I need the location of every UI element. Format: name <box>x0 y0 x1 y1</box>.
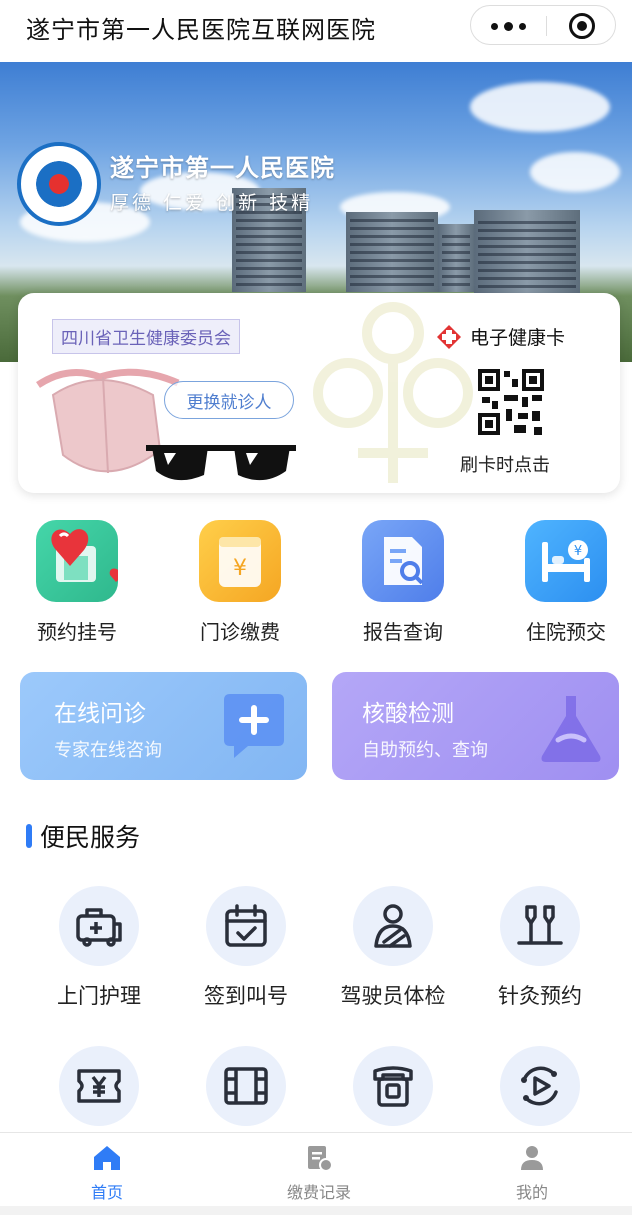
capsule-divider <box>546 16 547 36</box>
home-icon <box>47 1143 167 1173</box>
svg-text:¥: ¥ <box>574 544 582 559</box>
quick-functions: 预约挂号 ¥ 门诊缴费 报告查询 ¥ 住院预交 <box>0 516 632 646</box>
report-icon <box>362 520 444 602</box>
bottom-strip <box>0 1206 632 1215</box>
page-title: 遂宁市第一人民医院互联网医院 <box>26 16 376 44</box>
hospital-building <box>346 212 438 292</box>
tab-label: 缴费记录 <box>286 1183 351 1202</box>
quick-item-payment[interactable]: ¥ 门诊缴费 <box>180 516 300 645</box>
more-dot-icon <box>519 22 526 30</box>
film-icon <box>206 1046 286 1126</box>
hospital-logo <box>17 142 101 226</box>
online-consult-title: 在线问诊 <box>54 701 146 727</box>
service-label: 驾驶员体检 <box>340 984 446 1008</box>
online-consult-card[interactable]: 在线问诊 专家在线咨询 <box>20 672 307 780</box>
service-phone[interactable] <box>328 1046 458 1126</box>
tab-label: 首页 <box>90 1183 123 1202</box>
acupuncture-icon <box>500 886 580 966</box>
service-label: 上门护理 <box>57 984 141 1008</box>
service-check-in[interactable]: 签到叫号 <box>181 886 311 1010</box>
hospital-building <box>438 224 474 292</box>
switch-patient-button[interactable]: 更换就诊人 <box>164 381 294 419</box>
more-menu-button[interactable] <box>471 6 546 46</box>
banner-hospital-name: 遂宁市第一人民医院 <box>110 154 335 182</box>
driver-icon <box>353 886 433 966</box>
qr-code-icon[interactable] <box>478 369 544 435</box>
swipe-hint[interactable]: 刷卡时点击 <box>460 451 550 477</box>
tab-payment-records[interactable]: 缴费记录 <box>259 1143 379 1203</box>
service-driver-exam[interactable]: 驾驶员体检 <box>328 886 458 1010</box>
tab-home[interactable]: 首页 <box>47 1143 167 1203</box>
service-ticket[interactable] <box>34 1046 164 1126</box>
online-consult-subtitle: 专家在线咨询 <box>54 740 162 761</box>
electronic-health-card-title: 电子健康卡 <box>436 323 565 350</box>
cloud-shape <box>470 82 610 132</box>
video-play-icon <box>500 1046 580 1126</box>
hospital-building <box>474 210 580 294</box>
hospital-bed-icon: ¥ <box>525 520 607 602</box>
ticket-yen-icon <box>59 1046 139 1126</box>
mini-program-capsule <box>470 5 616 45</box>
more-dot-icon <box>504 21 513 31</box>
health-card-panel: 四川省卫生健康委员会 更换就诊人 电子健康卡 刷卡时点击 <box>18 293 620 493</box>
banner-motto: 厚德 仁爱 创新 技精 <box>110 192 314 214</box>
nucleic-acid-title: 核酸检测 <box>362 701 454 727</box>
red-cross-icon <box>437 324 461 349</box>
service-label: 针灸预约 <box>498 984 582 1008</box>
cloud-shape <box>530 152 620 192</box>
nucleic-acid-test-card[interactable]: 核酸检测 自助预约、查询 <box>332 672 619 780</box>
quick-label-hospital-deposit: 住院预交 <box>526 620 606 644</box>
ambulance-icon <box>59 886 139 966</box>
bill-icon <box>259 1143 379 1173</box>
section-title-text: 便民服务 <box>40 823 141 852</box>
tab-mine[interactable]: 我的 <box>472 1143 592 1203</box>
calendar-check-icon <box>206 886 286 966</box>
svg-text:¥: ¥ <box>233 556 247 581</box>
quick-label-payment: 门诊缴费 <box>200 620 280 644</box>
sunglasses-sticker <box>146 445 296 481</box>
quick-item-appointment[interactable]: 预约挂号 <box>17 516 137 645</box>
nucleic-acid-subtitle: 自助预约、查询 <box>362 740 488 761</box>
flask-icon <box>541 696 601 762</box>
authority-tag: 四川省卫生健康委员会 <box>52 319 240 354</box>
service-home-nursing[interactable]: 上门护理 <box>34 886 164 1010</box>
close-target-icon[interactable] <box>569 13 595 39</box>
appointment-icon <box>36 520 118 602</box>
quick-label-appointment: 预约挂号 <box>37 620 117 644</box>
health-card-label: 电子健康卡 <box>470 327 566 349</box>
navigation-bar: 遂宁市第一人民医院互联网医院 <box>0 0 632 54</box>
quick-label-report: 报告查询 <box>363 620 443 644</box>
section-title: 便民服务 <box>26 818 140 854</box>
phone-icon <box>353 1046 433 1126</box>
service-video[interactable] <box>475 1046 605 1126</box>
service-film[interactable] <box>181 1046 311 1126</box>
more-dot-icon <box>491 22 498 30</box>
service-label: 签到叫号 <box>204 984 288 1008</box>
service-acupuncture[interactable]: 针灸预约 <box>475 886 605 1010</box>
tab-bar: 首页 缴费记录 我的 <box>0 1132 632 1215</box>
chat-plus-icon <box>224 694 284 758</box>
section-accent-bar <box>26 824 32 848</box>
user-icon <box>472 1143 592 1173</box>
tab-label: 我的 <box>515 1183 548 1202</box>
quick-item-hospital-deposit[interactable]: ¥ 住院预交 <box>506 516 626 645</box>
quick-item-report[interactable]: 报告查询 <box>343 516 463 645</box>
payment-icon: ¥ <box>199 520 281 602</box>
